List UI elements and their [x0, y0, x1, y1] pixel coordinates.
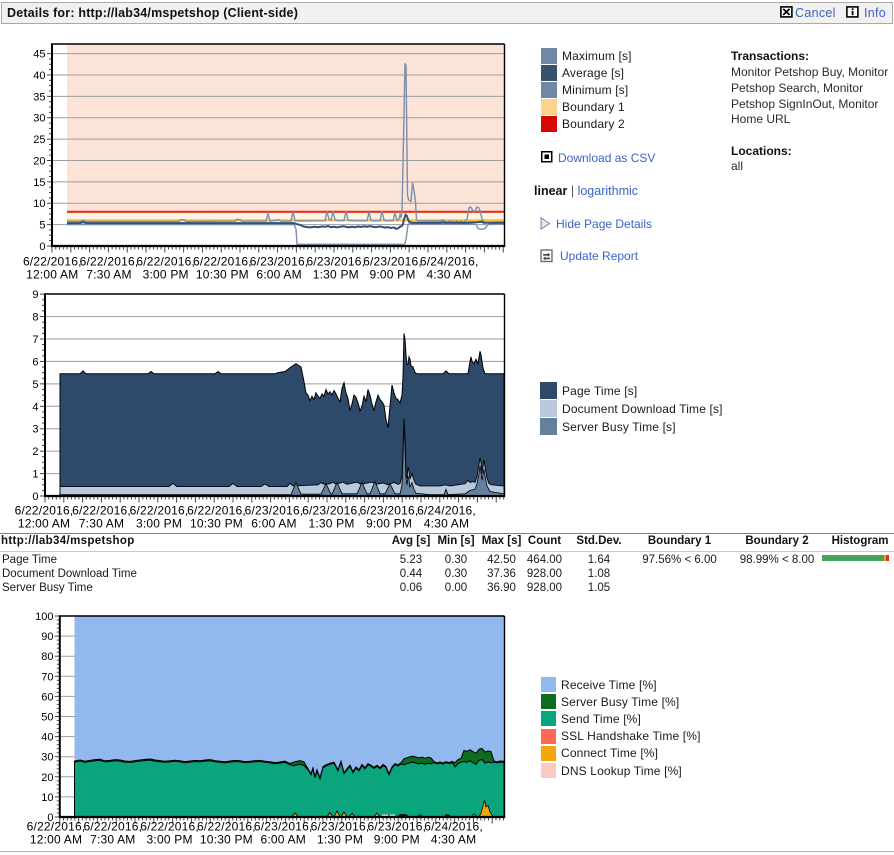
svg-text:6/23/2016,: 6/23/2016, [250, 255, 309, 269]
svg-text:6/23/2016,: 6/23/2016, [360, 504, 419, 518]
svg-text:45: 45 [33, 49, 45, 61]
svg-text:6/22/2016,: 6/22/2016, [72, 504, 131, 518]
svg-text:0: 0 [32, 491, 38, 503]
svg-text:6:00 AM: 6:00 AM [260, 833, 305, 847]
svg-text:9:00 PM: 9:00 PM [374, 833, 420, 847]
svg-text:4: 4 [32, 401, 38, 413]
svg-text:12:00 AM: 12:00 AM [18, 517, 70, 531]
svg-text:3: 3 [32, 424, 38, 436]
svg-text:6/22/2016,: 6/22/2016, [80, 255, 139, 269]
svg-text:2: 2 [32, 446, 38, 458]
svg-text:6/22/2016,: 6/22/2016, [130, 504, 189, 518]
svg-text:6/24/2016,: 6/24/2016, [424, 820, 483, 834]
svg-text:6/22/2016,: 6/22/2016, [83, 820, 142, 834]
svg-text:6/22/2016,: 6/22/2016, [15, 504, 74, 518]
svg-text:0: 0 [39, 241, 45, 253]
svg-text:1:30 PM: 1:30 PM [308, 517, 354, 531]
svg-text:6/23/2016,: 6/23/2016, [245, 504, 304, 518]
svg-text:6/22/2016,: 6/22/2016, [23, 255, 82, 269]
svg-text:15: 15 [33, 177, 45, 189]
svg-text:6/22/2016,: 6/22/2016, [193, 255, 252, 269]
svg-text:6/22/2016,: 6/22/2016, [27, 820, 86, 834]
svg-text:20: 20 [33, 156, 45, 168]
svg-text:10:30 PM: 10:30 PM [200, 833, 253, 847]
svg-text:60: 60 [41, 691, 53, 703]
svg-text:1: 1 [32, 469, 38, 481]
svg-text:1:30 PM: 1:30 PM [313, 268, 359, 282]
svg-text:30: 30 [33, 113, 45, 125]
svg-text:4:30 AM: 4:30 AM [431, 833, 476, 847]
svg-text:40: 40 [41, 732, 53, 744]
svg-text:30: 30 [41, 752, 53, 764]
svg-text:10: 10 [41, 792, 53, 804]
svg-text:25: 25 [33, 134, 45, 146]
svg-text:6/23/2016,: 6/23/2016, [254, 820, 313, 834]
svg-text:7:30 AM: 7:30 AM [86, 268, 131, 282]
svg-text:6/24/2016,: 6/24/2016, [417, 504, 476, 518]
svg-text:10:30 PM: 10:30 PM [196, 268, 249, 282]
svg-text:20: 20 [41, 772, 53, 784]
svg-text:4:30 AM: 4:30 AM [424, 517, 469, 531]
svg-text:12:00 AM: 12:00 AM [30, 833, 82, 847]
svg-text:6:00 AM: 6:00 AM [251, 517, 296, 531]
svg-text:4:30 AM: 4:30 AM [426, 268, 471, 282]
svg-text:6/23/2016,: 6/23/2016, [306, 255, 365, 269]
svg-text:6: 6 [32, 356, 38, 368]
svg-text:50: 50 [41, 712, 53, 724]
svg-text:6/22/2016,: 6/22/2016, [187, 504, 246, 518]
svg-text:5: 5 [32, 379, 38, 391]
svg-text:1:30 PM: 1:30 PM [317, 833, 363, 847]
svg-text:90: 90 [41, 631, 53, 643]
svg-text:3:00 PM: 3:00 PM [136, 517, 182, 531]
svg-text:9:00 PM: 9:00 PM [369, 268, 415, 282]
svg-text:7:30 AM: 7:30 AM [90, 833, 135, 847]
svg-text:6/22/2016,: 6/22/2016, [140, 820, 199, 834]
svg-text:3:00 PM: 3:00 PM [147, 833, 193, 847]
svg-text:6/23/2016,: 6/23/2016, [367, 820, 426, 834]
svg-text:70: 70 [41, 671, 53, 683]
svg-text:6/23/2016,: 6/23/2016, [311, 820, 370, 834]
svg-text:6/22/2016,: 6/22/2016, [136, 255, 195, 269]
svg-text:6:00 AM: 6:00 AM [256, 268, 301, 282]
svg-text:35: 35 [33, 91, 45, 103]
svg-text:5: 5 [39, 220, 45, 232]
svg-text:12:00 AM: 12:00 AM [26, 268, 78, 282]
svg-text:10:30 PM: 10:30 PM [190, 517, 243, 531]
svg-text:6/23/2016,: 6/23/2016, [302, 504, 361, 518]
svg-text:9: 9 [32, 289, 38, 301]
svg-text:3:00 PM: 3:00 PM [143, 268, 189, 282]
svg-text:6/23/2016,: 6/23/2016, [363, 255, 422, 269]
svg-text:6/24/2016,: 6/24/2016, [420, 255, 479, 269]
svg-text:6/22/2016,: 6/22/2016, [197, 820, 256, 834]
svg-text:7:30 AM: 7:30 AM [79, 517, 124, 531]
svg-text:9:00 PM: 9:00 PM [366, 517, 412, 531]
svg-text:40: 40 [33, 70, 45, 82]
svg-text:10: 10 [33, 198, 45, 210]
svg-text:100: 100 [35, 611, 53, 623]
svg-text:7: 7 [32, 334, 38, 346]
svg-text:8: 8 [32, 312, 38, 324]
svg-text:80: 80 [41, 651, 53, 663]
